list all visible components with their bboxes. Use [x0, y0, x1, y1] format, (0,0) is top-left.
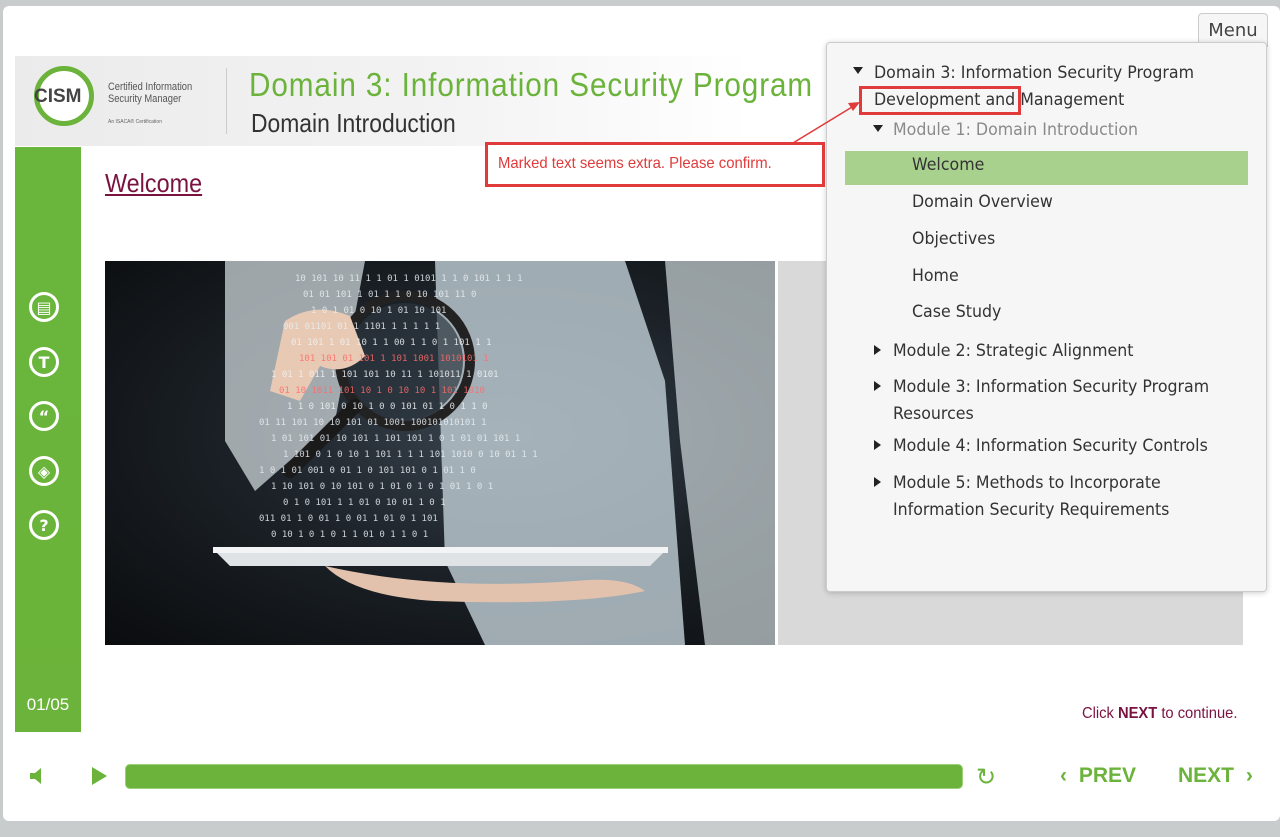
replay-icon[interactable]: ↻ — [976, 763, 996, 791]
binary-row: 01 101 1 01 10 1 1 00 1 1 0 1 101 1 1 — [291, 338, 491, 348]
logo-subline: An ISACA® Certification — [108, 119, 162, 125]
menu-lesson-welcome[interactable]: Welcome — [912, 152, 984, 179]
binary-row: 01 01 101 1 01 1 1 0 10 101 11 0 — [303, 290, 476, 300]
menu-module-3-cont[interactable]: Resources — [893, 401, 974, 428]
menu-module-3[interactable]: Module 3: Information Security Program — [893, 374, 1209, 401]
transcript-icon[interactable]: T — [29, 347, 59, 377]
menu-module-5-cont[interactable]: Information Security Requirements — [893, 497, 1169, 524]
binary-row: 001 01101 01 1 1101 1 1 1 1 1 — [283, 322, 440, 332]
layers-icon[interactable]: ◈ — [29, 456, 59, 486]
prev-label: PREV — [1078, 764, 1137, 787]
menu-module-5[interactable]: Module 5: Methods to Incorporate — [893, 470, 1161, 497]
binary-row: 101 101 01 101 1 101 1001 1010101 1 — [299, 354, 489, 364]
menu-module-1[interactable]: Module 1: Domain Introduction — [893, 117, 1138, 144]
next-button[interactable]: NEXT › — [1178, 764, 1253, 788]
binary-row: 1 101 0 1 0 10 1 101 1 1 1 101 1010 0 10… — [283, 450, 538, 460]
continue-hint-post: to continue. — [1157, 705, 1238, 722]
progress-fill — [126, 765, 962, 788]
header-divider — [226, 68, 227, 134]
binary-row: 0 10 1 0 1 0 1 1 01 0 1 1 0 1 — [271, 530, 428, 540]
menu-lesson-objectives[interactable]: Objectives — [912, 226, 995, 253]
hero-illustration: 10 101 10 11 1 1 01 1 0101 1 1 0 101 1 1… — [213, 261, 775, 645]
course-subtitle: Domain Introduction — [251, 108, 456, 138]
course-title: Domain 3: Information Security Program — [249, 66, 814, 103]
continue-hint-next: NEXT — [1117, 705, 1158, 722]
play-button[interactable] — [92, 767, 107, 785]
slide-heading: Welcome — [105, 168, 203, 198]
logo-line-1: Certified Information — [108, 81, 193, 93]
quote-icon[interactable]: “ — [29, 401, 59, 431]
expand-right-icon[interactable] — [874, 477, 881, 487]
expand-right-icon[interactable] — [874, 440, 881, 450]
binary-row: 0 1 0 101 1 1 01 0 10 01 1 0 1 — [283, 498, 446, 508]
menu-domain-title[interactable]: Domain 3: Information Security Program — [874, 60, 1194, 87]
binary-row: 1 10 101 0 10 101 0 1 01 0 1 0 1 01 1 0 … — [271, 482, 493, 492]
next-label: NEXT — [1178, 764, 1235, 787]
review-comment-text: Marked text seems extra. Please confirm. — [498, 155, 772, 172]
expand-down-icon[interactable] — [853, 67, 863, 74]
expand-right-icon[interactable] — [874, 345, 881, 355]
binary-row: 1 01 1 011 1 101 101 10 11 1 101011 1 01… — [271, 370, 499, 380]
review-highlight-box — [859, 86, 1021, 115]
hero-image: 10 101 10 11 1 1 01 1 0101 1 1 0 101 1 1… — [105, 261, 775, 645]
binary-row: 1 1 0 101 0 10 1 0 0 101 01 1 0 1 1 0 — [287, 402, 487, 412]
menu-module-4[interactable]: Module 4: Information Security Controls — [893, 433, 1208, 460]
binary-row: 10 101 10 11 1 1 01 1 0101 1 1 0 101 1 1… — [295, 274, 523, 284]
binary-row: 01 11 101 10 10 101 01 1001 100101010101… — [259, 418, 487, 428]
logo-wordmark: CISM — [34, 86, 82, 107]
cism-logo: CISM Certified Information Security Mana… — [30, 64, 215, 134]
logo-line-2: Security Manager — [108, 93, 182, 105]
menu-lesson-domain-overview[interactable]: Domain Overview — [912, 189, 1053, 216]
binary-row: 01 10 1011 101 10 1 0 10 10 1 101 1010 — [279, 386, 485, 396]
progress-bar[interactable] — [125, 764, 963, 789]
binary-row: 011 01 1 0 01 1 0 01 1 01 0 1 101 — [259, 514, 438, 524]
binary-row: 1 01 101 01 10 101 1 101 101 1 0 1 01 01… — [271, 434, 520, 444]
menu-active-highlight — [845, 151, 1248, 185]
continue-hint: Click NEXT to continue. — [1082, 705, 1237, 723]
menu-module-2[interactable]: Module 2: Strategic Alignment — [893, 338, 1133, 365]
volume-icon[interactable] — [28, 766, 48, 786]
page-counter: 01/05 — [26, 695, 70, 714]
logo-tagline: Certified Information Security Manager — [108, 81, 192, 105]
menu-lesson-case-study[interactable]: Case Study — [912, 299, 1001, 326]
prev-button[interactable]: ‹ PREV — [1060, 764, 1136, 788]
continue-hint-pre: Click — [1082, 705, 1118, 722]
expand-right-icon[interactable] — [874, 381, 881, 391]
help-icon[interactable]: ? — [29, 510, 59, 540]
notes-icon[interactable]: ▤ — [29, 292, 59, 322]
binary-row: 1 0 1 01 001 0 01 1 0 101 101 0 1 01 1 0 — [259, 466, 476, 476]
expand-down-icon[interactable] — [873, 125, 883, 132]
left-toolbar — [15, 147, 81, 732]
binary-row: 1 0 1 01 0 10 1 01 10 101 — [311, 306, 446, 316]
chevron-left-icon: ‹ — [1060, 764, 1067, 787]
menu-lesson-home[interactable]: Home — [912, 263, 959, 290]
chevron-right-icon: › — [1245, 764, 1253, 787]
